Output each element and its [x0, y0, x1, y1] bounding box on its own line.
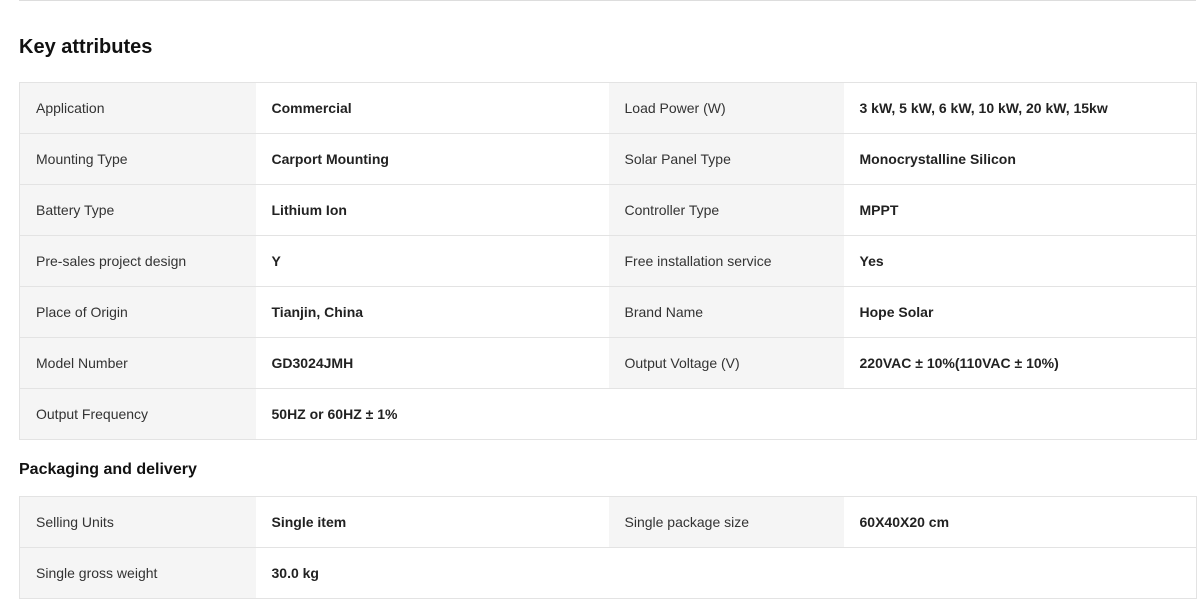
attribute-value: 220VAC ± 10%(110VAC ± 10%): [843, 337, 1197, 389]
attribute-label: Battery Type: [19, 184, 256, 236]
attribute-value: Yes: [843, 235, 1197, 287]
attribute-value: Monocrystalline Silicon: [843, 133, 1197, 185]
attribute-value: MPPT: [843, 184, 1197, 236]
empty-cell: [843, 547, 1197, 599]
table-row: Single gross weight 30.0 kg: [19, 547, 1197, 599]
attribute-label: Model Number: [19, 337, 256, 389]
packaging-title: Packaging and delivery: [19, 461, 197, 478]
attribute-label: Place of Origin: [19, 286, 256, 338]
attribute-value: Carport Mounting: [255, 133, 609, 185]
attribute-value: 60X40X20 cm: [843, 496, 1197, 548]
attribute-label: Single gross weight: [19, 547, 256, 599]
table-row: Model Number GD3024JMH Output Voltage (V…: [19, 337, 1197, 389]
attribute-value: GD3024JMH: [255, 337, 609, 389]
attribute-value: 3 kW, 5 kW, 6 kW, 10 kW, 20 kW, 15kw: [843, 82, 1197, 134]
attribute-label: Solar Panel Type: [608, 133, 844, 185]
attribute-label: Output Voltage (V): [608, 337, 844, 389]
attribute-value: Lithium Ion: [255, 184, 609, 236]
attribute-label: Single package size: [608, 496, 844, 548]
attribute-label: Pre-sales project design: [19, 235, 256, 287]
attribute-label: Application: [19, 82, 256, 134]
top-divider: [19, 0, 1196, 1]
table-row: Place of Origin Tianjin, China Brand Nam…: [19, 286, 1197, 338]
attribute-label: Output Frequency: [19, 388, 256, 440]
attribute-label: Mounting Type: [19, 133, 256, 185]
attribute-label: Brand Name: [608, 286, 844, 338]
attribute-label: Free installation service: [608, 235, 844, 287]
attribute-value: Single item: [255, 496, 609, 548]
attribute-label: Load Power (W): [608, 82, 844, 134]
empty-cell: [608, 388, 844, 440]
packaging-table: Selling Units Single item Single package…: [19, 496, 1197, 599]
key-attributes-table: Application Commercial Load Power (W) 3 …: [19, 82, 1197, 440]
table-row: Selling Units Single item Single package…: [19, 496, 1197, 548]
table-row: Application Commercial Load Power (W) 3 …: [19, 82, 1197, 134]
attribute-label: Controller Type: [608, 184, 844, 236]
attribute-label: Selling Units: [19, 496, 256, 548]
attribute-value: 30.0 kg: [255, 547, 609, 599]
table-row: Output Frequency 50HZ or 60HZ ± 1%: [19, 388, 1197, 440]
attribute-value: Y: [255, 235, 609, 287]
table-row: Mounting Type Carport Mounting Solar Pan…: [19, 133, 1197, 185]
key-attributes-title: Key attributes: [19, 36, 153, 58]
attribute-value: Hope Solar: [843, 286, 1197, 338]
empty-cell: [843, 388, 1197, 440]
attribute-value: Commercial: [255, 82, 609, 134]
attribute-value: 50HZ or 60HZ ± 1%: [255, 388, 609, 440]
table-row: Pre-sales project design Y Free installa…: [19, 235, 1197, 287]
attribute-value: Tianjin, China: [255, 286, 609, 338]
table-row: Battery Type Lithium Ion Controller Type…: [19, 184, 1197, 236]
empty-cell: [608, 547, 844, 599]
